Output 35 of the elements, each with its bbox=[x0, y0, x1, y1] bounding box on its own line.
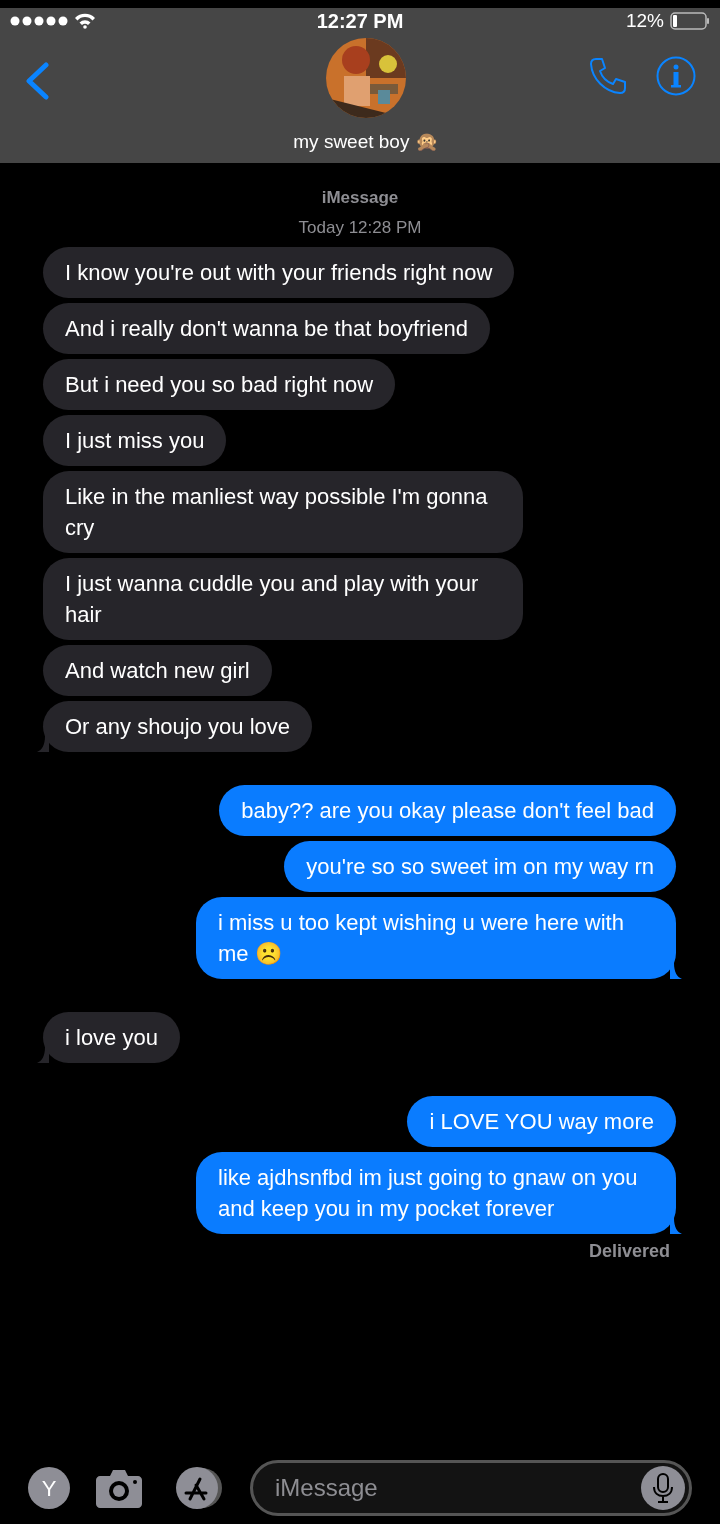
message-bubble: But i need you so bad right now bbox=[43, 359, 396, 410]
battery-icon bbox=[670, 12, 710, 30]
message-bubble: I know you're out with your friends right now bbox=[43, 247, 515, 298]
call-button[interactable] bbox=[588, 56, 628, 96]
message-bubble: And i really don't wanna be that boyfriend bbox=[43, 303, 490, 354]
microphone-icon bbox=[653, 1473, 673, 1503]
message-bubble: I just miss you bbox=[43, 415, 227, 466]
app-avatar[interactable]: Y bbox=[28, 1467, 70, 1509]
signal-icon bbox=[10, 16, 68, 26]
bubble-tail bbox=[670, 963, 682, 979]
info-icon bbox=[656, 56, 696, 96]
delivery-status: Delivered bbox=[588, 1240, 670, 1263]
back-icon bbox=[24, 62, 50, 100]
message-input[interactable]: iMessage bbox=[275, 1470, 641, 1506]
message-bubble: And watch new girl bbox=[43, 645, 272, 696]
message-bubble: i LOVE YOU way more bbox=[407, 1096, 676, 1147]
message-bubble: baby?? are you okay please don't feel bad bbox=[219, 785, 676, 836]
message-bubble: you're so so sweet im on my way rn bbox=[284, 841, 676, 892]
message-field[interactable]: iMessage bbox=[250, 1460, 692, 1516]
service-label: iMessage bbox=[321, 187, 399, 209]
message-bubble: Like in the manliest way possible I'm gonna cry bbox=[43, 471, 523, 553]
status-time: 12:27 PM bbox=[316, 9, 404, 34]
bubble-tail bbox=[670, 1218, 682, 1234]
message-bubble: I just wanna cuddle you and play with your hair bbox=[43, 558, 523, 640]
camera-button[interactable] bbox=[96, 1468, 142, 1508]
battery-percent: 12% bbox=[625, 8, 664, 33]
info-button[interactable] bbox=[656, 56, 696, 96]
bubble-tail bbox=[37, 736, 49, 752]
contact-name: my sweet boy 🙊 bbox=[293, 130, 439, 154]
message-timestamp: Today 12:28 PM bbox=[298, 217, 422, 239]
bubble-tail bbox=[37, 1047, 49, 1063]
phone-icon bbox=[588, 56, 628, 96]
camera-icon bbox=[96, 1468, 142, 1508]
wifi-icon bbox=[74, 13, 96, 29]
microphone-button[interactable] bbox=[641, 1466, 685, 1510]
